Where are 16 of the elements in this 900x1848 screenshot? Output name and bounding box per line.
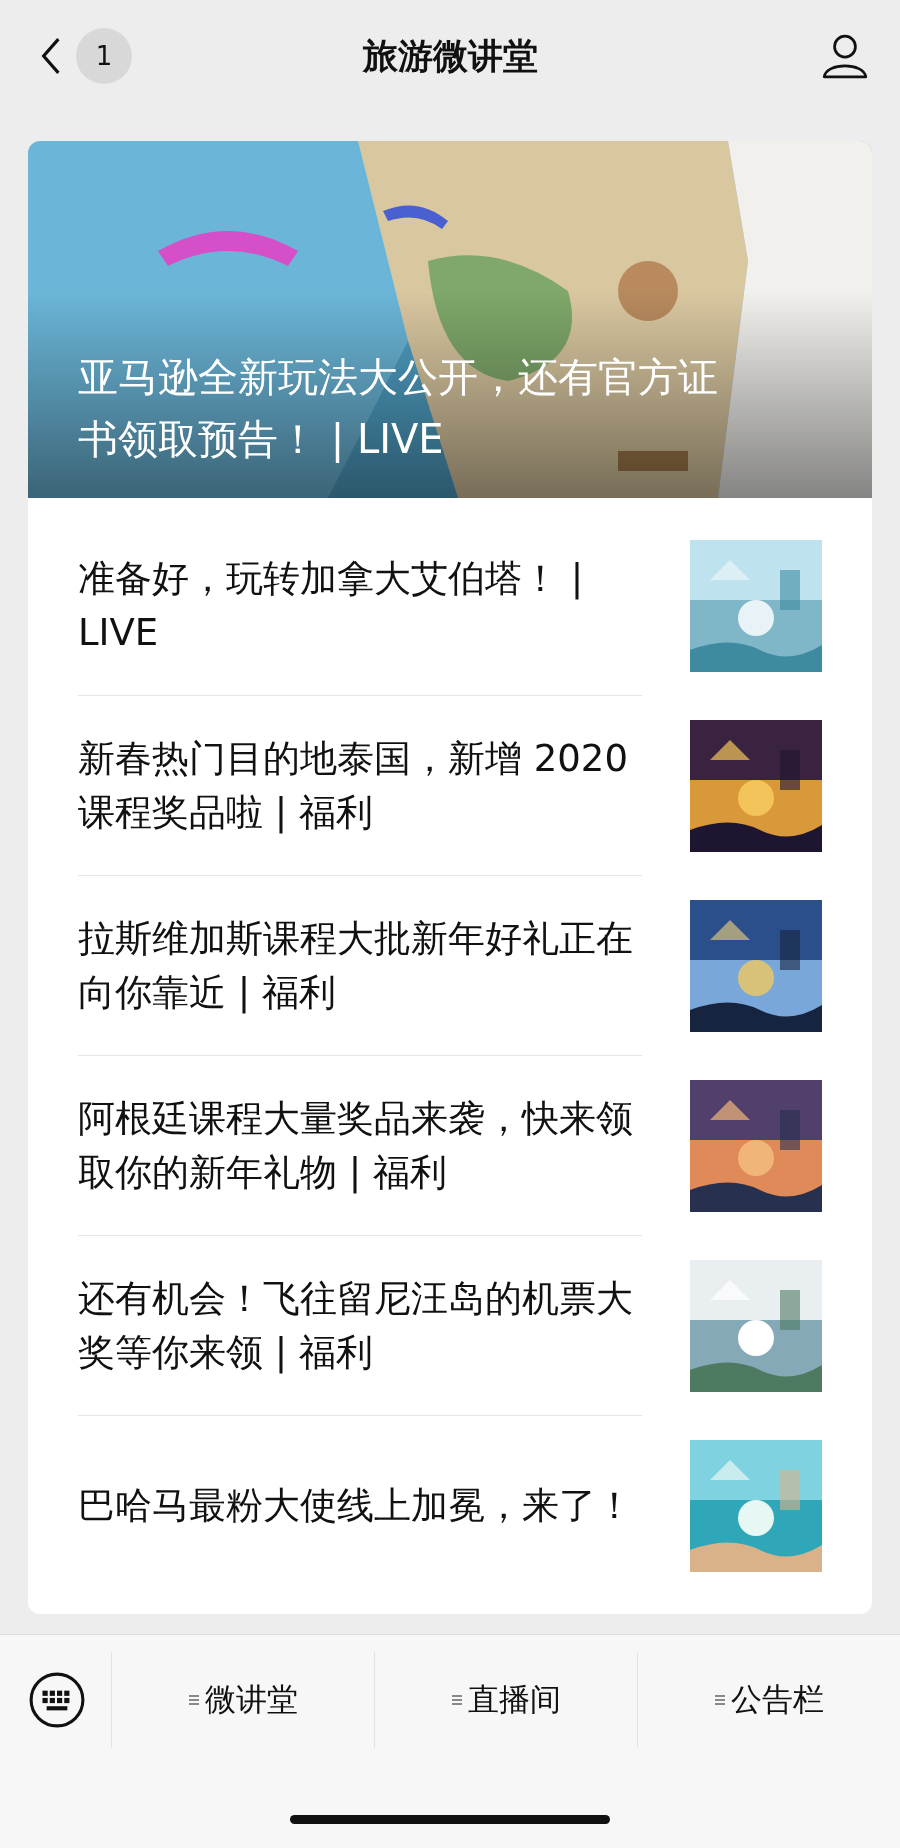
menu-icon bbox=[451, 1694, 462, 1706]
menu-icon bbox=[188, 1694, 199, 1706]
article-title[interactable]: 准备好，玩转加拿大艾伯塔！ | LIVE bbox=[78, 552, 663, 660]
article-title[interactable]: 新春热门目的地泰国，新增 2020 课程奖品啦 | 福利 bbox=[78, 732, 663, 840]
page-title: 旅游微讲堂 bbox=[362, 34, 538, 78]
back-icon[interactable] bbox=[40, 37, 62, 75]
keyboard-icon[interactable] bbox=[28, 1671, 86, 1729]
article-title[interactable]: 阿根廷课程大量奖品来袭，快来领取你的新年礼物 | 福利 bbox=[78, 1092, 663, 1200]
article-title[interactable]: 拉斯维加斯课程大批新年好礼正在向你靠近 | 福利 bbox=[78, 912, 663, 1020]
article-title[interactable]: 还有机会！飞往留尼汪岛的机票大奖等你来领 | 福利 bbox=[78, 1272, 663, 1380]
article-title[interactable]: 巴哈马最粉大使线上加冕，来了！ bbox=[78, 1479, 663, 1533]
menu-tab[interactable]: 微讲堂 bbox=[111, 1652, 374, 1748]
menu-icon bbox=[714, 1694, 725, 1706]
menu-tab[interactable]: 直播间 bbox=[374, 1652, 637, 1748]
menu-tab[interactable]: 公告栏 bbox=[637, 1652, 900, 1748]
unread-count-badge: 1 bbox=[76, 28, 132, 84]
